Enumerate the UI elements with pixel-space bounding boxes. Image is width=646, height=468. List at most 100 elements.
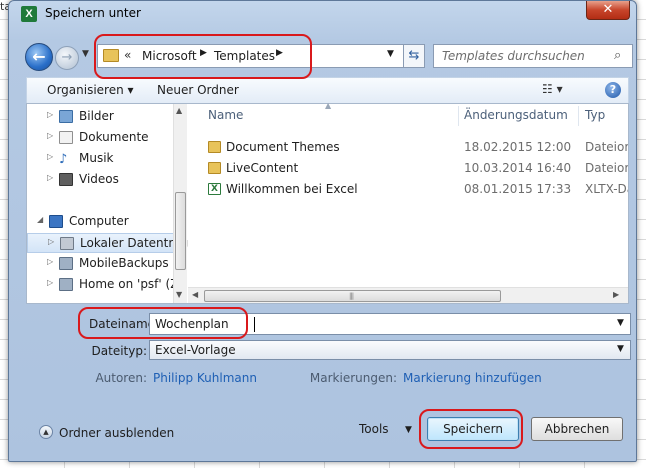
text-caret [254, 317, 255, 332]
back-button[interactable]: ← [25, 43, 53, 71]
annotation-highlight [419, 409, 523, 449]
recent-pages-dropdown[interactable]: ▼ [82, 49, 89, 59]
search-input[interactable]: Templates durchsuchen ⌕ [433, 44, 633, 68]
expand-arrow-icon[interactable]: ▷ [47, 278, 53, 287]
expand-arrow-icon[interactable]: ▷ [47, 257, 53, 266]
expand-arrow-icon[interactable]: ▷ [47, 110, 53, 119]
file-date: 18.02.2015 12:00 [464, 140, 572, 154]
excel-app-icon: X [21, 6, 37, 22]
excel-file-icon: X [208, 183, 221, 195]
file-name: Willkommen bei Excel [226, 182, 358, 196]
help-icon[interactable]: ? [605, 82, 621, 98]
folder-icon [208, 162, 221, 174]
scroll-up-arrow-icon[interactable]: ▲ [176, 106, 182, 115]
search-placeholder: Templates durchsuchen [442, 49, 585, 63]
network-drive-icon [59, 257, 73, 270]
search-icon: ⌕ [614, 48, 622, 63]
scroll-thumb[interactable] [175, 192, 186, 270]
file-row[interactable]: Document Themes 18.02.2015 12:00 Dateior… [188, 138, 628, 159]
view-options-button[interactable]: ☷ ▾ [542, 82, 563, 96]
pictures-icon [59, 110, 73, 123]
column-separator[interactable] [578, 106, 579, 126]
organize-menu[interactable]: Organisieren ▾ [47, 83, 134, 97]
hard-drive-icon [60, 237, 74, 250]
save-as-dialog: X Speichern unter ✕ ← → ▼ « Microsoft ▶ … [8, 0, 637, 462]
tags-label: Markierungen: [309, 371, 397, 385]
address-history-dropdown[interactable]: ▼ [387, 49, 394, 59]
nav-item-label: Dokumente [79, 130, 149, 144]
file-name: LiveContent [226, 161, 299, 175]
dialog-title: Speichern unter [45, 6, 141, 20]
annotation-highlight [94, 34, 312, 79]
file-type: Dateiordn [585, 161, 628, 175]
authors-label: Autoren: [95, 371, 147, 385]
nav-item-label: Bilder [79, 109, 114, 123]
scroll-grip-icon: ||| [349, 292, 354, 300]
tools-menu[interactable]: Tools [359, 422, 389, 436]
forward-button[interactable]: → [55, 46, 79, 70]
annotation-highlight [78, 307, 248, 339]
folder-icon [208, 141, 221, 153]
nav-item-label: Musik [79, 151, 114, 165]
scroll-down-arrow-icon[interactable]: ▼ [176, 290, 182, 299]
file-list-horizontal-scrollbar[interactable]: ◀ ||| ▶ [188, 287, 628, 303]
file-list: ▲ Name Änderungsdatum Typ Document Theme… [188, 101, 628, 303]
filename-dropdown-arrow-icon[interactable]: ▼ [617, 318, 624, 328]
collapse-arrow-icon[interactable]: ◢ [37, 215, 43, 224]
filetype-select[interactable]: Excel-Vorlage ▼ [149, 340, 631, 360]
nav-item-label: MobileBackups o [79, 256, 180, 270]
file-type: Dateiordn [585, 140, 628, 154]
file-name: Document Themes [226, 140, 340, 154]
nav-item-label: Computer [69, 214, 129, 228]
network-drive-icon [59, 278, 73, 291]
scroll-left-arrow-icon[interactable]: ◀ [192, 290, 198, 299]
nav-item-mobilebackups[interactable]: ▷ MobileBackups o [27, 254, 180, 274]
expand-arrow-icon[interactable]: ▷ [47, 152, 53, 161]
hide-folders-button[interactable]: Ordner ausblenden [59, 426, 174, 440]
filetype-label: Dateityp: [91, 344, 147, 358]
nav-item-bilder[interactable]: ▷ Bilder [27, 107, 175, 127]
close-button[interactable]: ✕ [586, 1, 630, 20]
nav-item-label: Home on 'psf' (Z [79, 277, 179, 291]
column-header-type[interactable]: Typ [585, 108, 605, 122]
file-type: XLTX-Dat [585, 182, 628, 196]
file-row[interactable]: LiveContent 10.03.2014 16:40 Dateiordn [188, 159, 628, 180]
scroll-thumb[interactable]: ||| [204, 290, 501, 302]
expand-arrow-icon[interactable]: ▷ [47, 173, 53, 182]
nav-item-videos[interactable]: ▷ Videos [27, 170, 175, 190]
column-separator[interactable] [458, 106, 459, 126]
documents-icon [59, 131, 73, 144]
nav-item-musik[interactable]: ▷ ♪ Musik [27, 149, 175, 169]
file-row[interactable]: X Willkommen bei Excel 08.01.2015 17:33 … [188, 180, 628, 201]
column-header-name[interactable]: Name [208, 108, 243, 122]
nav-item-home-psf[interactable]: ▷ Home on 'psf' (Z [27, 275, 179, 295]
sort-ascending-icon: ▲ [325, 101, 332, 110]
arrow-left-icon: ← [32, 47, 46, 66]
browser-pane: ▷ Bilder ▷ Dokumente ▷ ♪ Musik ▷ Videos … [26, 101, 629, 304]
filetype-dropdown-arrow-icon[interactable]: ▼ [617, 344, 624, 354]
refresh-icon: ⇆ [408, 48, 420, 63]
refresh-button[interactable]: ⇆ [403, 44, 425, 68]
authors-field[interactable]: Philipp Kuhlmann [153, 371, 257, 385]
computer-icon [49, 215, 63, 228]
collapse-up-icon[interactable]: ▲ [39, 425, 53, 439]
nav-item-computer[interactable]: ◢ Computer [27, 212, 175, 232]
expand-arrow-icon[interactable]: ▷ [47, 131, 53, 140]
column-header-date[interactable]: Änderungsdatum [464, 108, 568, 122]
scroll-right-arrow-icon[interactable]: ▶ [613, 290, 619, 299]
arrow-right-icon: → [61, 50, 73, 65]
file-date: 10.03.2014 16:40 [464, 161, 572, 175]
tags-field[interactable]: Markierung hinzufügen [403, 371, 542, 385]
expand-arrow-icon[interactable]: ▷ [48, 237, 54, 246]
new-folder-button[interactable]: Neuer Ordner [157, 83, 239, 97]
nav-item-local-disk[interactable]: ▷ Lokaler Datenträg [27, 233, 188, 253]
tools-dropdown-arrow-icon[interactable]: ▼ [405, 425, 412, 435]
nav-item-dokumente[interactable]: ▷ Dokumente [27, 128, 175, 148]
file-date: 08.01.2015 17:33 [464, 182, 572, 196]
nav-pane-scrollbar[interactable]: ▲ ▼ [173, 104, 187, 303]
filetype-value: Excel-Vorlage [155, 343, 236, 357]
nav-item-label: Videos [79, 172, 119, 186]
music-icon: ♪ [59, 152, 68, 167]
cancel-button[interactable]: Abbrechen [531, 417, 623, 441]
navigation-pane: ▷ Bilder ▷ Dokumente ▷ ♪ Musik ▷ Videos … [27, 104, 188, 303]
